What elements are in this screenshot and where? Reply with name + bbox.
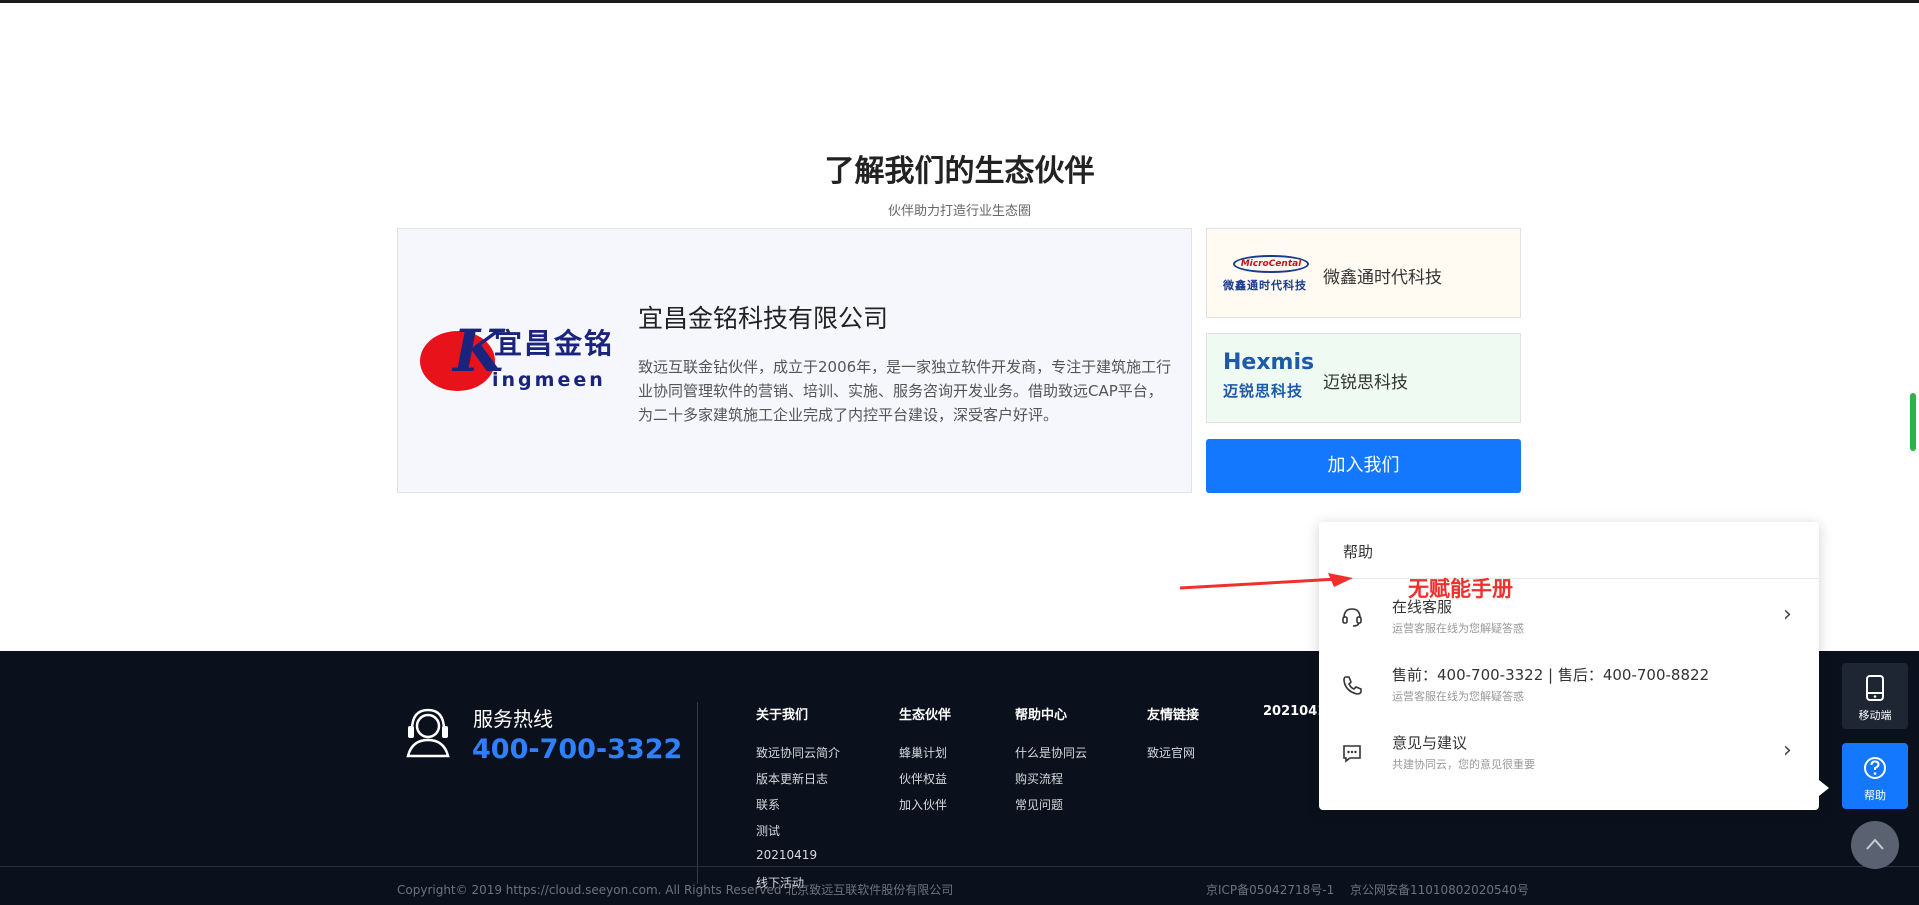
scrollbar-thumb[interactable] — [1910, 393, 1916, 451]
help-button[interactable]: 帮助 — [1842, 743, 1908, 809]
hotline-label: 服务热线 — [473, 707, 553, 731]
partner-name: 迈锐思科技 — [1323, 373, 1408, 393]
headset-icon — [1342, 608, 1362, 627]
police-number[interactable]: 京公网安备11010802020540号 — [1350, 881, 1529, 898]
chevron-up-icon — [1866, 838, 1884, 850]
back-to-top-button[interactable] — [1851, 821, 1899, 869]
annotation-arrow-icon — [1179, 573, 1353, 590]
help-panel-divider — [1319, 578, 1819, 579]
footer-link[interactable]: 致远官网 — [1147, 744, 1195, 761]
footer-link[interactable]: 常见问题 — [1015, 796, 1063, 813]
footer-col-help-title: 帮助中心 — [1015, 708, 1068, 723]
featured-partner-description: 致远互联金钻伙伴，成立于2006年，是一家独立软件开发商，专注于建筑施工行业协同… — [638, 358, 1172, 424]
help-item-subtitle: 运营客服在线为您解疑答惑 — [1392, 622, 1524, 635]
hexmis-logo: Hexmis 迈锐思科技 — [1223, 350, 1315, 404]
section-subtitle: 伙伴助力打造行业生态圈 — [887, 204, 1031, 219]
copyright-text: Copyright© 2019 https://cloud.seeyon.com… — [397, 883, 954, 897]
mobile-phone-icon — [1866, 675, 1884, 701]
hexmis-logo-top: Hexmis — [1223, 350, 1315, 375]
microcental-logo: MicroCental 微鑫通时代科技 — [1223, 251, 1313, 297]
hexmis-logo-bottom: 迈锐思科技 — [1223, 382, 1304, 400]
partner-logo-en: ingmeen — [492, 369, 606, 391]
footer-bottom-divider — [0, 866, 1919, 867]
footer-col-partners-title: 生态伙伴 — [899, 708, 952, 723]
join-us-button[interactable]: 加入我们 — [1206, 439, 1521, 493]
footer-link[interactable]: 加入伙伴 — [899, 796, 947, 813]
phone-icon — [1343, 676, 1362, 695]
mobile-button-label: 移动端 — [1858, 709, 1892, 722]
feedback-icon — [1343, 745, 1361, 763]
section-title: 了解我们的生态伙伴 — [824, 154, 1095, 189]
footer-col-about-title: 关于我们 — [756, 708, 809, 723]
help-button-label: 帮助 — [1864, 789, 1886, 802]
help-item-phone[interactable]: 售前：400-700-3322 | 售后：400-700-8822 运营客服在线… — [1319, 660, 1819, 716]
footer-col-extra-title: 2021041 — [1263, 704, 1327, 719]
footer-link[interactable]: 20210419 — [756, 848, 817, 862]
help-item-feedback[interactable]: 意见与建议 共建协同云，您的意见很重要 › — [1319, 728, 1819, 784]
help-item-title: 意见与建议 — [1392, 734, 1468, 752]
help-panel: 帮助 在线客服 运营客服在线为您解疑答惑 › 售前：400-700-3322 |… — [1319, 522, 1819, 810]
help-item-online-service[interactable]: 在线客服 运营客服在线为您解疑答惑 › — [1319, 592, 1819, 648]
footer-link[interactable]: 联系 — [756, 796, 780, 813]
partner-card-microcental[interactable]: MicroCental 微鑫通时代科技 微鑫通时代科技 — [1206, 228, 1521, 318]
footer-link[interactable]: 测试 — [756, 822, 780, 839]
top-border — [0, 0, 1919, 3]
footer-link[interactable]: 伙伴权益 — [899, 770, 947, 787]
footer-link[interactable]: 致远协同云简介 — [756, 744, 840, 761]
help-panel-pointer — [1819, 780, 1829, 796]
chevron-right-icon: › — [1783, 738, 1792, 763]
footer-divider — [697, 702, 698, 884]
chevron-right-icon: › — [1783, 602, 1792, 627]
featured-partner-name: 宜昌金铭科技有限公司 — [638, 304, 889, 333]
headset-icon — [406, 708, 450, 758]
help-panel-title: 帮助 — [1343, 543, 1374, 561]
help-item-title: 售前：400-700-3322 | 售后：400-700-8822 — [1392, 666, 1710, 684]
partner-card-hexmis[interactable]: Hexmis 迈锐思科技 迈锐思科技 — [1206, 333, 1521, 423]
question-icon — [1864, 757, 1886, 779]
icp-number[interactable]: 京ICP备05042718号-1 — [1206, 881, 1334, 898]
hotline-number[interactable]: 400-700-3322 — [472, 734, 682, 765]
footer-link[interactable]: 购买流程 — [1015, 770, 1063, 787]
help-item-subtitle: 运营客服在线为您解疑答惑 — [1392, 690, 1524, 703]
mobile-button[interactable]: 移动端 — [1842, 663, 1908, 729]
partner-name: 微鑫通时代科技 — [1323, 268, 1442, 288]
microcental-logo-top: MicroCental — [1233, 255, 1309, 273]
footer-link[interactable]: 版本更新日志 — [756, 770, 828, 787]
footer-col-links-title: 友情链接 — [1147, 708, 1200, 723]
annotation-text: 无赋能手册 — [1408, 577, 1513, 601]
help-item-subtitle: 共建协同云，您的意见很重要 — [1392, 758, 1535, 771]
partner-logo-cn: 宜昌金铭 — [494, 327, 615, 360]
footer-link[interactable]: 什么是协同云 — [1015, 744, 1087, 761]
footer-link[interactable]: 蜂巢计划 — [899, 744, 947, 761]
microcental-logo-bottom: 微鑫通时代科技 — [1223, 279, 1307, 292]
